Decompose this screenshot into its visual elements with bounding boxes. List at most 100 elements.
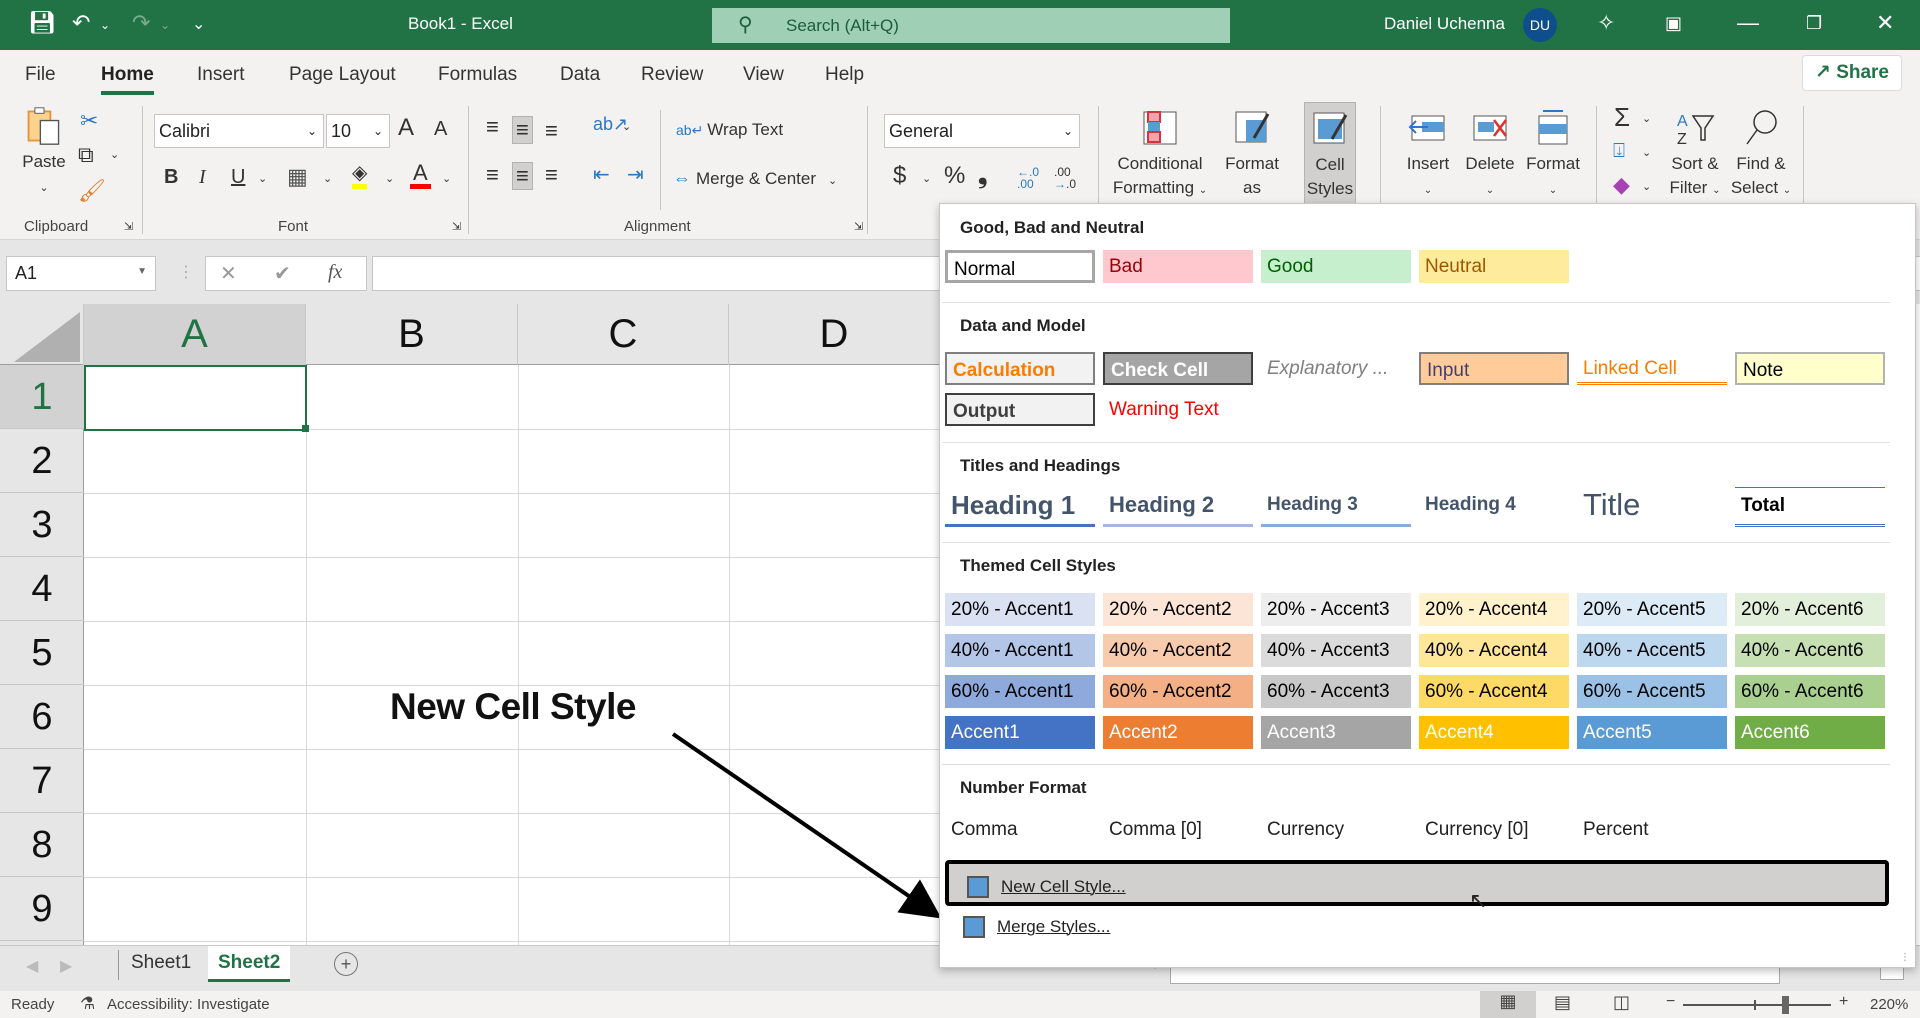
copy-icon[interactable]: ⧉ xyxy=(78,142,94,168)
style-swatch-input[interactable]: Input xyxy=(1419,352,1569,385)
style-swatch-calculation[interactable]: Calculation xyxy=(945,352,1095,385)
row-header-7[interactable]: 7 xyxy=(0,749,84,813)
increase-decimal-button[interactable]: ←.0 .00 xyxy=(1017,166,1043,190)
style-swatch-heading-2[interactable]: Heading 2 xyxy=(1103,487,1253,527)
style-swatch-40-accent3[interactable]: 40% - Accent3 xyxy=(1261,634,1411,667)
fill-handle[interactable] xyxy=(302,425,309,432)
tab-data[interactable]: Data xyxy=(560,64,600,86)
merge-styles-menu-item[interactable]: Merge Styles... xyxy=(945,904,1889,950)
conditional-formatting-button[interactable]: Conditional Formatting ⌄ xyxy=(1110,108,1210,203)
format-painter-icon[interactable]: 🖌︎ xyxy=(78,178,106,204)
style-swatch-currency-0[interactable]: Currency [0] xyxy=(1419,813,1569,846)
bold-button[interactable]: B xyxy=(164,166,178,189)
find-select-button[interactable]: Find & Select ⌄ xyxy=(1730,108,1792,203)
zoom-level[interactable]: 220% xyxy=(1870,996,1908,1013)
zoom-in-button[interactable]: + xyxy=(1839,993,1848,1011)
underline-dropdown-icon[interactable]: ⌄ xyxy=(258,172,267,185)
borders-icon[interactable]: ▦ xyxy=(287,164,308,190)
style-swatch-20-accent6[interactable]: 20% - Accent6 xyxy=(1735,593,1885,626)
grow-font-button[interactable]: A xyxy=(398,114,414,142)
minimize-icon[interactable]: — xyxy=(1737,10,1759,36)
column-header-d[interactable]: D xyxy=(729,304,940,365)
style-swatch-40-accent5[interactable]: 40% - Accent5 xyxy=(1577,634,1727,667)
style-swatch-heading-3[interactable]: Heading 3 xyxy=(1261,487,1411,527)
clipboard-launcher-icon[interactable]: ⇲ xyxy=(124,220,133,233)
feedback-icon[interactable]: ✧ xyxy=(1597,10,1615,36)
increase-indent-icon[interactable]: ⇥ xyxy=(627,162,644,187)
row-header-3[interactable]: 3 xyxy=(0,493,84,557)
font-launcher-icon[interactable]: ⇲ xyxy=(452,220,461,233)
tab-insert[interactable]: Insert xyxy=(197,64,245,86)
tab-page-layout[interactable]: Page Layout xyxy=(289,64,396,86)
row-header-4[interactable]: 4 xyxy=(0,557,84,621)
underline-button[interactable]: U xyxy=(231,166,245,189)
row-header-2[interactable]: 2 xyxy=(0,429,84,493)
font-color-dropdown-icon[interactable]: ⌄ xyxy=(442,172,451,185)
shrink-font-button[interactable]: A xyxy=(434,118,447,141)
zoom-out-button[interactable]: − xyxy=(1666,993,1675,1011)
row-header-6[interactable]: 6 xyxy=(0,685,84,749)
merge-center-button[interactable]: ⇔ Merge & Center ⌄ xyxy=(673,168,837,189)
delete-cells-button[interactable]: Delete ⌄ xyxy=(1462,108,1518,203)
row-header-5[interactable]: 5 xyxy=(0,621,84,685)
tab-review[interactable]: Review xyxy=(641,64,703,86)
fill-icon[interactable]: ⍗ xyxy=(1613,140,1625,163)
style-swatch-explanatory[interactable]: Explanatory ... xyxy=(1261,352,1411,385)
tab-file[interactable]: File xyxy=(25,64,56,86)
formula-bar-grip-icon[interactable]: ⋮ xyxy=(178,262,194,282)
clear-icon[interactable]: ◆ xyxy=(1613,172,1630,198)
style-swatch-accent6[interactable]: Accent6 xyxy=(1735,716,1885,749)
style-swatch-40-accent6[interactable]: 40% - Accent6 xyxy=(1735,634,1885,667)
scroll-right-icon[interactable]: ▶ xyxy=(60,956,72,976)
currency-button[interactable]: $ xyxy=(893,162,906,190)
restore-icon[interactable]: ❐ xyxy=(1806,13,1822,34)
style-swatch-linked-cell[interactable]: Linked Cell xyxy=(1577,352,1727,385)
style-swatch-check-cell[interactable]: Check Cell xyxy=(1103,352,1253,385)
zoom-slider[interactable] xyxy=(1683,1004,1831,1006)
style-swatch-comma-0[interactable]: Comma [0] xyxy=(1103,813,1253,846)
decrease-decimal-button[interactable]: .00 →.0 xyxy=(1054,166,1080,190)
alignment-launcher-icon[interactable]: ⇲ xyxy=(854,220,863,233)
style-swatch-normal[interactable]: Normal xyxy=(945,250,1095,283)
share-button[interactable]: ↗ Share xyxy=(1802,55,1902,91)
clear-dropdown-icon[interactable]: ⌄ xyxy=(1642,180,1651,193)
style-swatch-heading-4[interactable]: Heading 4 xyxy=(1419,487,1569,527)
copy-dropdown-icon[interactable]: ⌄ xyxy=(110,148,119,161)
style-swatch-accent3[interactable]: Accent3 xyxy=(1261,716,1411,749)
style-swatch-warning-text[interactable]: Warning Text xyxy=(1103,393,1253,426)
style-swatch-20-accent4[interactable]: 20% - Accent4 xyxy=(1419,593,1569,626)
style-swatch-60-accent4[interactable]: 60% - Accent4 xyxy=(1419,675,1569,708)
new-cell-style-menu-item[interactable]: New Cell Style... xyxy=(945,860,1889,906)
close-icon[interactable]: ✕ xyxy=(1876,10,1894,36)
undo-icon[interactable]: ↶ xyxy=(72,10,90,36)
style-swatch-60-accent3[interactable]: 60% - Accent3 xyxy=(1261,675,1411,708)
ribbon-display-icon[interactable]: ▣ xyxy=(1665,13,1682,34)
align-middle-icon[interactable]: ≡ xyxy=(512,116,533,144)
style-swatch-20-accent2[interactable]: 20% - Accent2 xyxy=(1103,593,1253,626)
select-all-button[interactable] xyxy=(0,304,84,365)
style-swatch-accent1[interactable]: Accent1 xyxy=(945,716,1095,749)
style-swatch-neutral[interactable]: Neutral xyxy=(1419,250,1569,283)
style-swatch-20-accent1[interactable]: 20% - Accent1 xyxy=(945,593,1095,626)
accessibility-status[interactable]: Accessibility: Investigate xyxy=(107,996,270,1013)
column-header-b[interactable]: B xyxy=(306,304,518,365)
style-swatch-title[interactable]: Title xyxy=(1577,487,1727,527)
user-name[interactable]: Daniel Uchenna xyxy=(1384,14,1505,34)
cell-styles-button[interactable]: CellStyles ⌄ xyxy=(1304,102,1356,221)
align-top-icon[interactable]: ≡ xyxy=(486,114,499,140)
align-bottom-icon[interactable]: ≡ xyxy=(545,118,558,144)
wrap-text-button[interactable]: ab↵ Wrap Text xyxy=(676,120,783,140)
page-break-view-icon[interactable]: ◫ xyxy=(1613,992,1630,1013)
style-swatch-total[interactable]: Total xyxy=(1735,487,1885,527)
style-swatch-60-accent5[interactable]: 60% - Accent5 xyxy=(1577,675,1727,708)
format-cells-button[interactable]: Format ⌄ xyxy=(1524,108,1582,203)
row-header-9[interactable]: 9 xyxy=(0,877,84,941)
zoom-slider-thumb[interactable] xyxy=(1782,996,1789,1014)
tab-formulas[interactable]: Formulas xyxy=(438,64,517,86)
autosum-dropdown-icon[interactable]: ⌄ xyxy=(1642,112,1651,125)
sheet-tab-sheet1[interactable]: Sheet1 xyxy=(121,946,201,982)
customize-qat-icon[interactable]: ⌄ xyxy=(192,14,205,34)
style-swatch-accent5[interactable]: Accent5 xyxy=(1577,716,1727,749)
cell-grid[interactable] xyxy=(84,365,940,945)
fill-color-dropdown-icon[interactable]: ⌄ xyxy=(385,172,394,185)
